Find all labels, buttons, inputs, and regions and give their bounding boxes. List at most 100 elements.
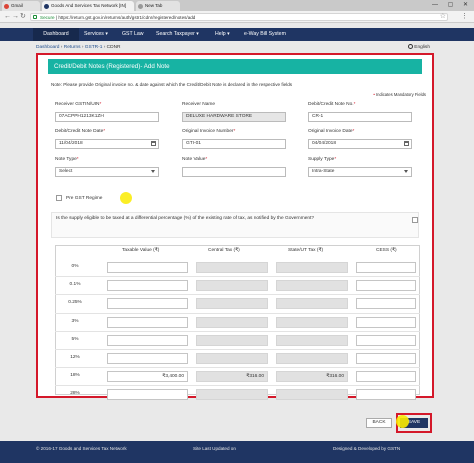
state-tax-field: ₹316.00 [276,371,348,382]
taxable-value-input[interactable] [107,262,188,273]
taxable-value-input[interactable] [107,335,188,346]
nav-help[interactable]: Help ▾ [215,28,230,41]
taxable-value-input[interactable] [107,298,188,309]
central-tax-field [196,280,268,291]
language-selector[interactable]: English [408,44,430,52]
supply-type-select[interactable]: Intra-State [308,167,412,177]
nav-search-taxpayer[interactable]: Search Taxpayer ▾ [156,28,199,41]
row-divider [55,385,420,386]
cess-input[interactable] [356,317,416,328]
breadcrumb-returns[interactable]: Returns [64,45,81,50]
row-divider [55,349,420,350]
breadcrumb-gstr1[interactable]: GSTR-1 [85,45,103,50]
nav-dashboard[interactable]: Dashboard [33,28,79,41]
state-tax-header: State/UT Tax (₹) [288,248,324,253]
taxable-value-input[interactable] [107,280,188,291]
mandatory-text: Indicates Mandatory Fields [375,92,426,97]
row-divider [55,331,420,332]
orig-invoice-date-label: Original Invoice Date* [308,129,354,134]
taxable-value-header: Taxable Value (₹) [122,248,160,253]
address-bar: ← → ↻ Secure | https://return.gst.gov.in… [0,11,474,23]
receiver-gstin-label: Receiver GSTIN/UIN* [55,102,101,107]
central-tax-field [196,298,268,309]
breadcrumb: Dashboard › Returns › GSTR-1 › CDNR [36,44,121,52]
differential-question-text: Is the supply eligible to be taxed at a … [56,216,315,221]
label-text: Receiver GSTIN/UIN [55,102,100,107]
required-asterisk: * [334,157,337,162]
note-no-input[interactable]: CR-1 [308,112,412,122]
gmail-icon [4,4,9,9]
calendar-icon[interactable] [404,141,409,146]
state-tax-field [276,262,348,273]
note-date-input[interactable]: 11/04/2018 [55,139,159,149]
tab-label: Gmail [11,3,23,8]
cess-input[interactable] [356,335,416,346]
cess-input[interactable] [356,298,416,309]
cess-input[interactable] [356,371,416,382]
taxable-value-input[interactable] [107,389,188,400]
cess-input[interactable] [356,353,416,364]
central-tax-field [196,317,268,328]
central-tax-field [196,353,268,364]
orig-invoice-date-input[interactable]: 04/04/2018 [308,139,412,149]
bookmark-star-icon[interactable]: ☆ [440,12,446,22]
note-type-select[interactable]: Select [55,167,159,177]
orig-invoice-no-input[interactable]: GTI-01 [182,139,286,149]
required-asterisk: * [76,157,79,162]
calendar-icon[interactable] [151,141,156,146]
note-type-value: Select [59,169,73,174]
gst-favicon-icon [44,4,49,9]
globe-icon [408,44,414,50]
nav-eway-bill[interactable]: e-Way Bill System [244,28,286,41]
cess-input[interactable] [356,389,416,400]
taxable-value-input[interactable]: ₹3,400.00 [107,371,188,382]
url-field[interactable]: Secure | https://return.gst.gov.in/retur… [30,13,448,21]
breadcrumb-dashboard[interactable]: Dashboard [36,45,59,50]
secure-label: Secure [40,15,55,20]
row-divider [55,294,420,295]
cess-input[interactable] [356,262,416,273]
add-note-panel: Credit/Debit Notes (Registered)- Add Not… [36,53,434,400]
back-button[interactable]: BACK [366,418,392,428]
differential-checkbox[interactable] [412,217,418,223]
central-tax-field [196,389,268,400]
window-controls[interactable]: — ▢ ✕ [432,0,472,10]
note-type-label: Note Type* [55,157,79,162]
browser-menu-icon[interactable]: ⋮ [461,12,468,22]
reload-icon[interactable]: ↻ [20,12,26,22]
browser-tab-newtab[interactable]: New Tab [136,1,180,11]
row-divider [55,313,420,314]
required-asterisk: • [373,92,375,97]
footer-copyright: © 2016-17 Goods and Services Tax Network [36,446,127,451]
footer-updated: Site Last Updated on [193,446,236,451]
chevron-down-icon [404,170,408,173]
pre-gst-checkbox[interactable] [56,195,62,201]
state-tax-field [276,389,348,400]
nav-gst-law[interactable]: GST Law [122,28,144,41]
tax-rate-label: 0.25% [68,300,82,305]
mandatory-legend: • Indicates Mandatory Fields [373,92,426,97]
supply-type-label: Supply Type* [308,157,336,162]
note-value-input[interactable] [182,167,286,177]
receiver-name-label: Receiver Name [182,102,216,107]
back-arrow-icon[interactable]: ← [4,12,11,22]
forward-arrow-icon[interactable]: → [12,12,19,22]
site-footer: © 2016-17 Goods and Services Tax Network… [0,441,474,463]
label-text: Debit/Credit Note No. [308,102,354,107]
taxable-value-input[interactable] [107,353,188,364]
state-tax-field [276,353,348,364]
required-asterisk: * [103,129,106,134]
browser-tab-gst[interactable]: Goods And Services Tax Network [IN] [42,1,134,11]
label-text: Note Type [55,157,77,162]
orig-invoice-no-label: Original Invoice Number* [182,129,235,134]
receiver-gstin-input[interactable]: 07ACPPH1213K1ZH [55,112,159,122]
cess-input[interactable] [356,280,416,291]
tax-rate-label: 28% [70,391,80,396]
browser-tab-gmail[interactable]: Gmail [2,1,40,11]
state-tax-field [276,298,348,309]
taxable-value-input[interactable] [107,317,188,328]
nav-services[interactable]: Services ▾ [84,28,108,41]
required-asterisk: * [233,129,236,134]
note-value-label: Note Value* [182,157,207,162]
note-date-label: Debit/Credit Note Date* [55,129,105,134]
